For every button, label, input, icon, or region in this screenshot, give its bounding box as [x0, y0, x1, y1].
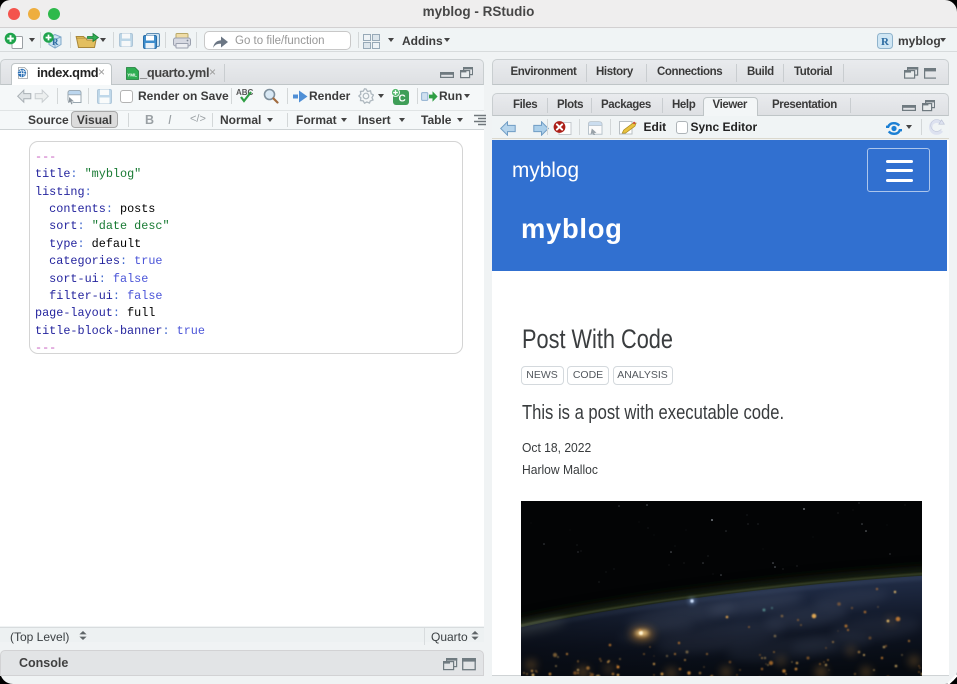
svg-text:R: R — [881, 36, 890, 48]
svg-text:C: C — [399, 93, 406, 104]
svg-text:YML: YML — [127, 72, 137, 77]
